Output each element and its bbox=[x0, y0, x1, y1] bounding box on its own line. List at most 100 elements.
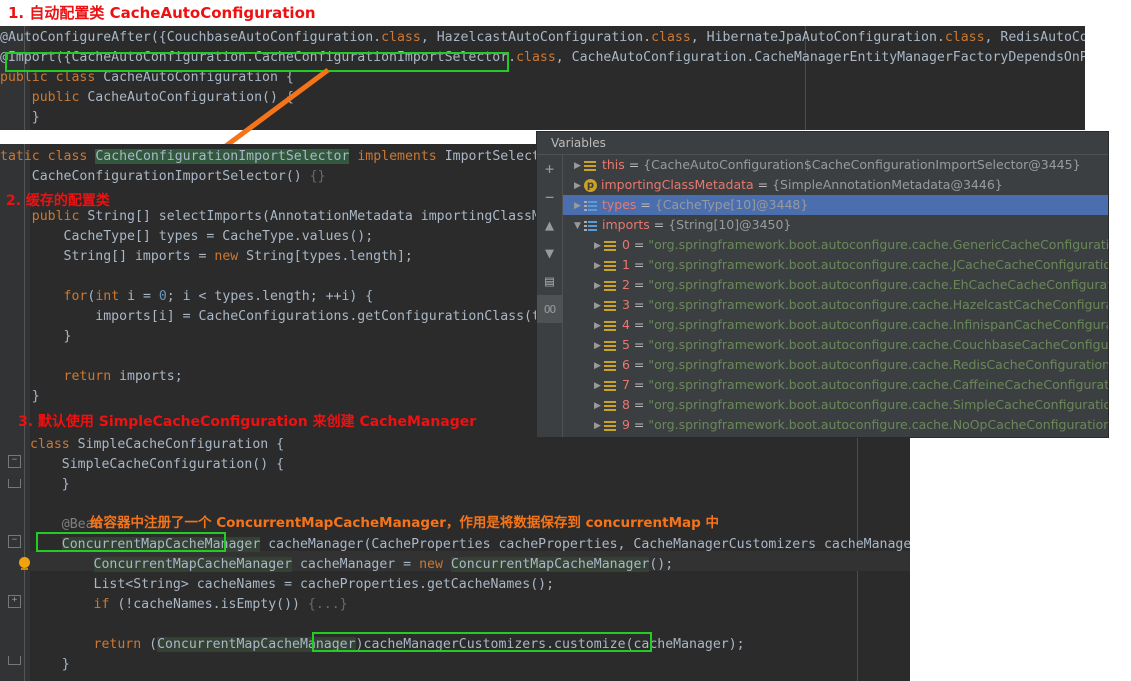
variables-toolbar[interactable]: + − ▲ ▼ ▤ OO bbox=[537, 155, 563, 437]
variable-row[interactable]: ▶ 4 = "org.springframework.boot.autoconf… bbox=[563, 315, 1108, 335]
variable-name: 0 bbox=[621, 237, 630, 252]
variable-equals: = bbox=[629, 377, 649, 392]
array-icon bbox=[604, 359, 618, 372]
parameter-icon: p bbox=[584, 179, 597, 192]
fold-marker-4[interactable]: + bbox=[8, 595, 21, 608]
variable-equals: = bbox=[629, 337, 649, 352]
variables-tree[interactable]: ▶ this = {CacheAutoConfiguration$CacheCo… bbox=[563, 155, 1108, 437]
variable-equals: = bbox=[636, 197, 655, 212]
expand-arrow-icon[interactable]: ▶ bbox=[591, 276, 604, 296]
variable-row[interactable]: ▶ 7 = "org.springframework.boot.autoconf… bbox=[563, 375, 1108, 395]
annotation-3: 3. 默认使用 SimpleCacheConfiguration 来创建 Cac… bbox=[18, 414, 477, 430]
expand-arrow-icon[interactable]: ▶ bbox=[591, 256, 604, 276]
collapse-arrow-icon[interactable]: ▼ bbox=[571, 216, 584, 236]
code-line: imports[i] = CacheConfigurations.getConf… bbox=[0, 309, 612, 324]
variable-equals: = bbox=[629, 417, 649, 432]
array-icon bbox=[604, 299, 618, 312]
variable-equals: = bbox=[629, 277, 649, 292]
variable-row[interactable]: ▶ 8 = "org.springframework.boot.autoconf… bbox=[563, 395, 1108, 415]
expand-arrow-icon[interactable]: ▶ bbox=[571, 156, 584, 176]
variable-name: 6 bbox=[621, 357, 630, 372]
copy-value-button[interactable]: ▤ bbox=[537, 267, 562, 295]
variable-value: "org.springframework.boot.autoconfigure.… bbox=[648, 397, 1108, 412]
annotation-2: 2. 缓存的配置类 bbox=[6, 193, 110, 209]
variable-row[interactable]: ▶ 2 = "org.springframework.boot.autoconf… bbox=[563, 275, 1108, 295]
expand-arrow-icon[interactable]: ▶ bbox=[591, 336, 604, 356]
code-line: } bbox=[0, 110, 40, 125]
expand-arrow-icon[interactable]: ▶ bbox=[591, 296, 604, 316]
array-icon bbox=[584, 159, 598, 172]
variable-row[interactable]: ▶ 5 = "org.springframework.boot.autoconf… bbox=[563, 335, 1108, 355]
fold-marker-1[interactable]: − bbox=[8, 455, 21, 468]
expand-arrow-icon[interactable]: ▶ bbox=[591, 236, 604, 256]
editor-panel-bottom[interactable]: class SimpleCacheConfiguration { SimpleC… bbox=[0, 431, 910, 681]
array-list-icon bbox=[584, 219, 598, 232]
variable-row[interactable]: ▶ this = {CacheAutoConfiguration$CacheCo… bbox=[563, 155, 1108, 175]
variable-value: "org.springframework.boot.autoconfigure.… bbox=[648, 377, 1108, 392]
variable-name: imports bbox=[601, 217, 650, 232]
fold-marker-3[interactable]: − bbox=[8, 535, 21, 548]
array-icon bbox=[604, 339, 618, 352]
editor-panel-top[interactable]: @AutoConfigureAfter({CouchbaseAutoConfig… bbox=[0, 26, 1085, 130]
expand-arrow-icon[interactable]: ▶ bbox=[571, 176, 584, 196]
code-line: ConcurrentMapCacheManager cacheManager(C… bbox=[61, 537, 910, 552]
variable-row[interactable]: ▶ 3 = "org.springframework.boot.autoconf… bbox=[563, 295, 1108, 315]
variable-name: this bbox=[601, 157, 625, 172]
variables-panel[interactable]: Variables + − ▲ ▼ ▤ OO ▶ this = {CacheAutoCon… bbox=[536, 131, 1109, 438]
expand-arrow-icon[interactable]: ▶ bbox=[591, 376, 604, 396]
variable-name: 2 bbox=[621, 277, 630, 292]
variable-value: {CacheType[10]@3448} bbox=[654, 197, 809, 212]
variable-row[interactable]: ▶ 1 = "org.springframework.boot.autoconf… bbox=[563, 255, 1108, 275]
variable-name: 4 bbox=[621, 317, 630, 332]
variable-name: 8 bbox=[621, 397, 630, 412]
page-title-annotation: 1. 自动配置类 CacheAutoConfiguration bbox=[8, 4, 316, 22]
code-line: } bbox=[0, 329, 72, 344]
variable-row[interactable]: ▶ 9 = "org.springframework.boot.autoconf… bbox=[563, 415, 1108, 435]
add-watch-button[interactable]: + bbox=[537, 155, 562, 183]
code-line: } bbox=[30, 657, 70, 672]
variable-row[interactable]: ▶ p importingClassMetadata = {SimpleAnnot… bbox=[563, 175, 1108, 195]
watches-toggle-button[interactable]: OO bbox=[537, 295, 562, 323]
remove-watch-button[interactable]: − bbox=[537, 183, 562, 211]
expand-arrow-icon[interactable]: ▶ bbox=[591, 316, 604, 336]
variable-value: "org.springframework.boot.autoconfigure.… bbox=[648, 257, 1108, 272]
variable-equals: = bbox=[629, 237, 649, 252]
variable-row[interactable]: ▼ imports = {String[10]@3450} bbox=[563, 215, 1108, 235]
variables-panel-title: Variables bbox=[537, 132, 1108, 155]
expand-arrow-icon[interactable]: ▶ bbox=[591, 416, 604, 436]
array-icon bbox=[604, 379, 618, 392]
array-icon bbox=[604, 419, 618, 432]
variable-value: {SimpleAnnotationMetadata@3446} bbox=[772, 177, 1003, 192]
gutter-divider-bottom bbox=[24, 431, 25, 681]
code-line: CacheConfigurationImportSelector() {} bbox=[0, 169, 326, 184]
code-line: @Import({CacheAutoConfiguration.CacheCon… bbox=[0, 50, 1085, 65]
code-line: String[] imports = new String[types.leng… bbox=[0, 249, 413, 264]
expand-arrow-icon[interactable]: ▶ bbox=[571, 196, 584, 216]
code-line: } bbox=[0, 389, 40, 404]
variable-equals: = bbox=[629, 297, 649, 312]
move-up-button[interactable]: ▲ bbox=[537, 211, 562, 239]
expand-arrow-icon[interactable]: ▶ bbox=[591, 356, 604, 376]
variable-name: importingClassMetadata bbox=[600, 177, 754, 192]
code-line: return imports; bbox=[63, 369, 183, 384]
variable-name: 3 bbox=[621, 297, 630, 312]
variable-row[interactable]: ▶ 0 = "org.springframework.boot.autoconf… bbox=[563, 235, 1108, 255]
move-down-button[interactable]: ▼ bbox=[537, 239, 562, 267]
code-line: SimpleCacheConfiguration() { bbox=[30, 457, 285, 472]
variable-value: "org.springframework.boot.autoconfigure.… bbox=[648, 337, 1108, 352]
variable-row[interactable]: ▶ 6 = "org.springframework.boot.autoconf… bbox=[563, 355, 1108, 375]
code-line: for(int i = 0; i < types.length; ++i) { bbox=[63, 289, 374, 304]
code-line: tatic class CacheConfigurationImportSele… bbox=[0, 149, 572, 164]
variable-name: 1 bbox=[621, 257, 630, 272]
variable-equals: = bbox=[753, 177, 773, 192]
code-line: ConcurrentMapCacheManager cacheManager =… bbox=[93, 557, 674, 572]
expand-arrow-icon[interactable]: ▶ bbox=[591, 396, 604, 416]
fold-marker-2[interactable] bbox=[8, 479, 21, 488]
variable-name: 5 bbox=[621, 337, 630, 352]
array-icon bbox=[604, 399, 618, 412]
variable-value: "org.springframework.boot.autoconfigure.… bbox=[648, 297, 1108, 312]
variable-value: {String[10]@3450} bbox=[668, 217, 792, 232]
variable-row[interactable]: ▶ types = {CacheType[10]@3448} bbox=[563, 195, 1108, 215]
fold-marker-5[interactable] bbox=[8, 656, 21, 665]
intention-bulb-icon[interactable] bbox=[19, 557, 30, 570]
